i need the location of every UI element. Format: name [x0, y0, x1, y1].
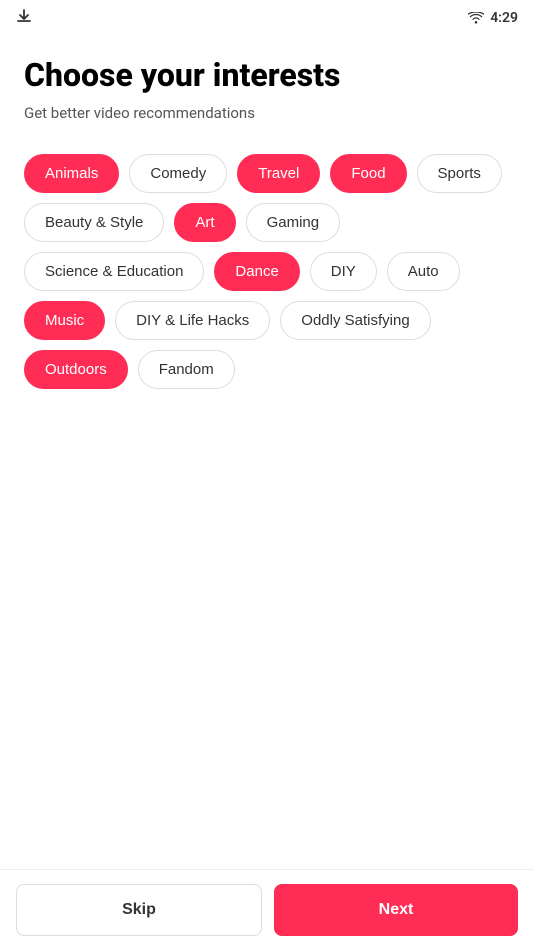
- tag-science-education[interactable]: Science & Education: [24, 252, 204, 291]
- bottom-bar: Skip Next: [0, 869, 534, 949]
- tag-oddly-satisfying[interactable]: Oddly Satisfying: [280, 301, 430, 340]
- status-time: 4:29: [490, 10, 518, 26]
- tag-gaming[interactable]: Gaming: [246, 203, 341, 242]
- tag-fandom[interactable]: Fandom: [138, 350, 235, 389]
- status-bar: 4:29: [0, 0, 534, 32]
- tag-sports[interactable]: Sports: [417, 154, 502, 193]
- tag-dance[interactable]: Dance: [214, 252, 299, 291]
- next-button[interactable]: Next: [274, 884, 518, 936]
- download-icon: [16, 8, 32, 28]
- status-right: 4:29: [468, 9, 518, 28]
- tag-animals[interactable]: Animals: [24, 154, 119, 193]
- tag-music[interactable]: Music: [24, 301, 105, 340]
- tag-travel[interactable]: Travel: [237, 154, 320, 193]
- tag-diy[interactable]: DIY: [310, 252, 377, 291]
- wifi-icon: [468, 9, 484, 28]
- tags-container: Animals Comedy Travel Food Sports Beauty & St…: [24, 154, 510, 389]
- skip-button[interactable]: Skip: [16, 884, 262, 936]
- tag-art[interactable]: Art: [174, 203, 235, 242]
- page-subtitle: Get better video recommendations: [24, 104, 510, 122]
- tag-diy-life-hacks[interactable]: DIY & Life Hacks: [115, 301, 270, 340]
- tag-comedy[interactable]: Comedy: [129, 154, 227, 193]
- tag-auto[interactable]: Auto: [387, 252, 460, 291]
- page-title: Choose your interests: [24, 56, 510, 94]
- tag-food[interactable]: Food: [330, 154, 406, 193]
- main-content: Choose your interests Get better video r…: [0, 32, 534, 509]
- tag-outdoors[interactable]: Outdoors: [24, 350, 128, 389]
- tag-beauty-style[interactable]: Beauty & Style: [24, 203, 164, 242]
